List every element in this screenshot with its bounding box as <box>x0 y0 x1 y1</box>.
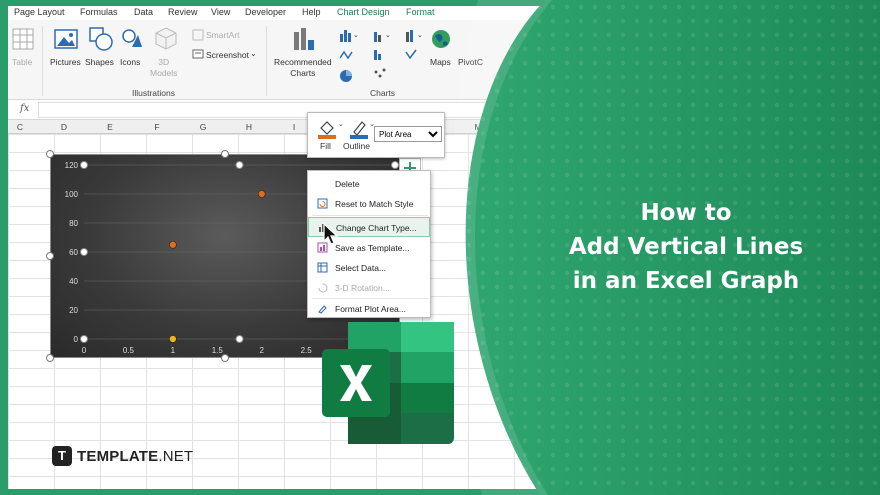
banner-frame: Page Layout Formulas Data Review View De… <box>0 0 880 495</box>
headline-line: Add Vertical Lines <box>568 234 804 260</box>
excel-logo-icon <box>322 322 454 444</box>
headline-line: How to <box>640 200 732 226</box>
headline: How to Add Vertical Lines in an Excel Gr… <box>540 196 832 298</box>
headline-line: in an Excel Graph <box>572 268 800 294</box>
